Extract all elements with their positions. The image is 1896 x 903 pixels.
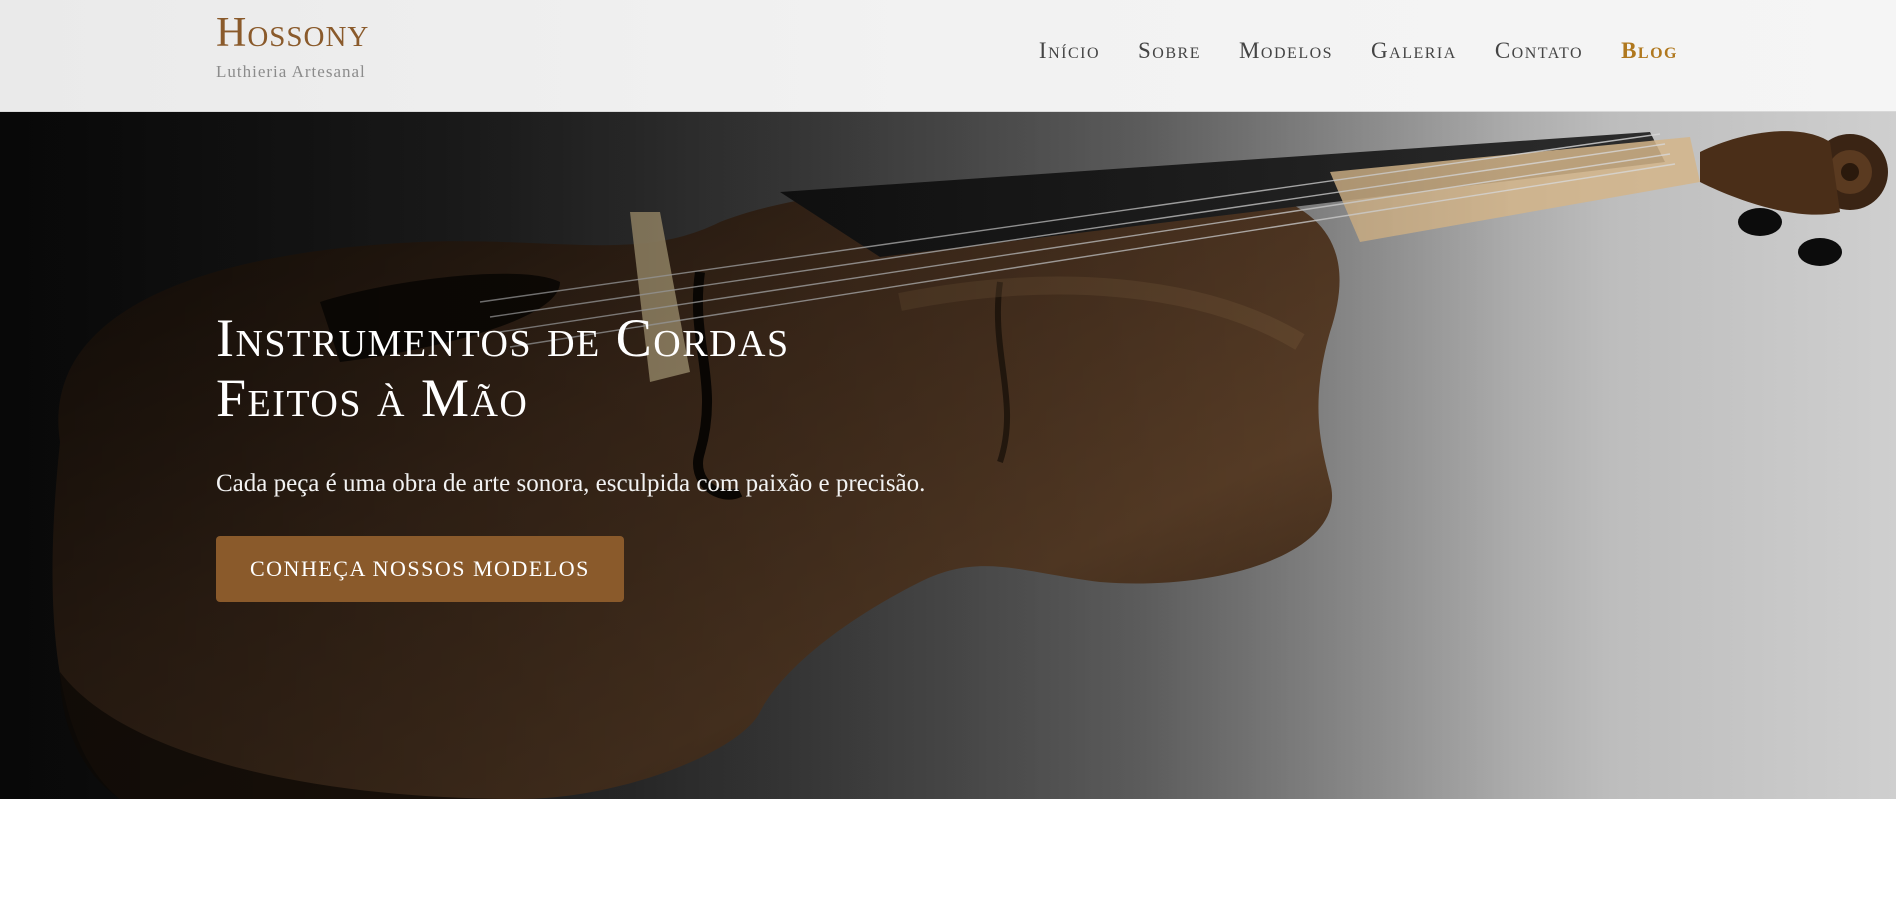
brand-tagline: Luthieria Artesanal <box>216 62 366 81</box>
hero-subtitle: Cada peça é uma obra de arte sonora, esc… <box>216 470 926 497</box>
hero-title-line2: Feitos à Mão <box>216 368 529 428</box>
hero-title: Instrumentos de Cordas Feitos à Mão <box>216 308 1116 428</box>
hero-title-line1: Instrumentos de Cordas <box>216 308 790 368</box>
nav-item-modelos[interactable]: Modelos <box>1239 38 1333 64</box>
hero-content: Instrumentos de Cordas Feitos à Mão Cada… <box>216 308 1116 602</box>
hero-section: Instrumentos de Cordas Feitos à Mão Cada… <box>0 112 1896 799</box>
brand[interactable]: Hossony Luthieria Artesanal <box>216 10 369 82</box>
models-cta-button[interactable]: Conheça Nossos Modelos <box>216 536 624 602</box>
main-nav: Início Sobre Modelos Galeria Contato Blo… <box>1039 38 1678 64</box>
brand-name[interactable]: Hossony <box>216 10 369 56</box>
nav-item-contato[interactable]: Contato <box>1495 38 1583 64</box>
nav-item-inicio[interactable]: Início <box>1039 38 1100 64</box>
nav-item-galeria[interactable]: Galeria <box>1371 38 1457 64</box>
nav-item-sobre[interactable]: Sobre <box>1138 38 1201 64</box>
nav-item-blog[interactable]: Blog <box>1621 38 1678 64</box>
site-header: Hossony Luthieria Artesanal Início Sobre… <box>0 0 1896 112</box>
